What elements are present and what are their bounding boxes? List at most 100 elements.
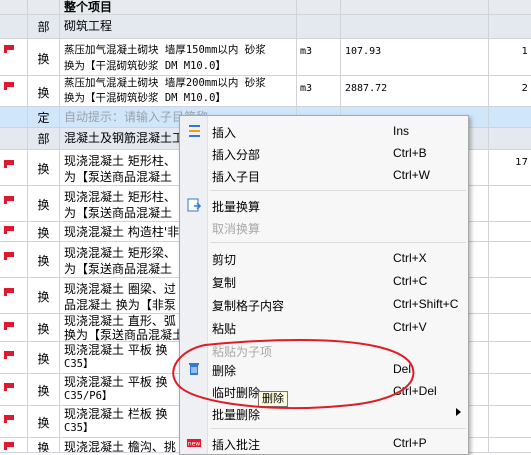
flag-cell	[0, 15, 28, 38]
menu-item-shortcut: Ctrl+P	[393, 436, 427, 450]
header-qty-cell	[341, 0, 489, 14]
row-type: 部	[28, 15, 60, 38]
flag-cell	[0, 186, 28, 221]
menu-item-paste[interactable]: 粘贴 Ctrl+V	[180, 316, 470, 338]
row-type: 换	[28, 150, 60, 185]
flag-cell	[0, 242, 28, 277]
project-title: 整个项目	[60, 0, 297, 14]
menu-item-shortcut: Ctrl+X	[393, 251, 427, 265]
menu-item-label: 临时删除	[212, 386, 261, 400]
qty-cell	[341, 15, 489, 38]
menu-item-cut[interactable]: 剪切 Ctrl+X	[180, 247, 470, 269]
menu-item-batch-convert[interactable]: 批量换算	[180, 194, 470, 216]
grid-header-row: 整个项目	[0, 0, 531, 15]
submenu-arrow-icon	[456, 408, 461, 416]
menu-item-insert-subitem[interactable]: 插入子目 Ctrl+W	[180, 164, 470, 186]
menu-separator	[210, 428, 466, 429]
item-name[interactable]: 蒸压加气混凝土砌块 墙厚200mm以内 砂浆 换为【干混砌筑砂浆 DM M10.…	[60, 76, 297, 106]
menu-item-label: 删除	[212, 364, 237, 378]
row-type: 换	[28, 314, 60, 341]
flag-cell	[0, 107, 28, 127]
menu-item-insert-section[interactable]: 插入分部 Ctrl+B	[180, 142, 470, 164]
menu-item-shortcut: Ctrl+Shift+C	[393, 297, 459, 311]
flag-cell	[0, 278, 28, 313]
menu-item-shortcut: Ctrl+Del	[393, 384, 437, 398]
header-unit-cell	[297, 0, 341, 14]
red-flag-icon	[4, 252, 14, 260]
red-flag-icon	[4, 45, 14, 53]
flag-cell	[0, 342, 28, 373]
price-cell[interactable]	[489, 374, 531, 405]
red-flag-icon	[4, 442, 14, 450]
unit-cell[interactable]: m3	[297, 76, 341, 106]
menu-item-label: 批量换算	[212, 200, 261, 214]
unit-cell	[297, 15, 341, 38]
row-type: 换	[28, 278, 60, 313]
menu-item-label: 插入	[212, 126, 237, 140]
flag-cell	[0, 128, 28, 149]
price-cell[interactable]	[489, 314, 531, 341]
flag-cell	[0, 39, 28, 75]
menu-item-label: 复制格子内容	[212, 299, 285, 313]
row-type: 换	[28, 374, 60, 405]
menu-item-insert-note[interactable]: new 插入批注 Ctrl+P	[180, 432, 470, 454]
menu-item-cancel-convert[interactable]: 取消换算	[180, 216, 470, 238]
row-type: 换	[28, 186, 60, 221]
item-name[interactable]: 蒸压加气混凝土砌块 墙厚150mm以内 砂浆 换为【干混砌筑砂浆 DM M10.…	[60, 39, 297, 75]
price-cell[interactable]	[489, 278, 531, 313]
menu-item-shortcut: Ctrl+C	[393, 274, 428, 288]
price-cell[interactable]	[489, 438, 531, 452]
menu-item-label: 插入批注	[212, 438, 261, 452]
red-flag-icon	[4, 82, 14, 90]
price-cell[interactable]	[489, 222, 531, 241]
row-type: 换	[28, 39, 60, 75]
price-cell[interactable]	[489, 186, 531, 221]
flag-cell	[0, 150, 28, 185]
menu-item-shortcut: Ctrl+V	[393, 320, 427, 334]
item-name-line1: 蒸压加气混凝土砌块 墙厚150mm以内 砂浆	[64, 44, 266, 56]
flag-cell	[0, 374, 28, 405]
menu-item-label: 剪切	[212, 253, 237, 267]
row-type: 换	[28, 406, 60, 437]
trash-icon	[189, 363, 199, 375]
red-flag-icon	[4, 351, 14, 359]
price-cell[interactable]: 2	[489, 76, 531, 106]
row-type: 换	[28, 242, 60, 277]
qty-cell[interactable]: 107.93	[341, 39, 489, 75]
row-type: 换	[28, 222, 60, 241]
flag-cell	[0, 438, 28, 452]
section-row[interactable]: 部 砌筑工程	[0, 15, 531, 39]
menu-item-copy-cell[interactable]: 复制格子内容 Ctrl+Shift+C	[180, 293, 470, 315]
qty-cell[interactable]: 2887.72	[341, 76, 489, 106]
table-row[interactable]: 换 蒸压加气混凝土砌块 墙厚200mm以内 砂浆 换为【干混砌筑砂浆 DM M1…	[0, 76, 531, 107]
price-cell[interactable]	[489, 242, 531, 277]
price-cell[interactable]	[489, 406, 531, 437]
svg-text:new: new	[188, 441, 200, 448]
menu-separator	[210, 190, 466, 191]
insert-rows-icon	[189, 125, 200, 137]
price-cell	[489, 128, 531, 149]
price-cell[interactable]: 17	[489, 150, 531, 185]
menu-item-copy[interactable]: 复制 Ctrl+C	[180, 270, 470, 292]
table-row[interactable]: 换 蒸压加气混凝土砌块 墙厚150mm以内 砂浆 换为【干混砌筑砂浆 DM M1…	[0, 39, 531, 76]
menu-separator	[210, 242, 466, 243]
menu-item-delete[interactable]: 删除 Del	[180, 358, 470, 380]
menu-item-batch-delete[interactable]: 批量删除	[180, 402, 470, 424]
price-cell	[489, 15, 531, 38]
flag-cell	[0, 76, 28, 106]
menu-item-shortcut: Del	[393, 362, 412, 376]
red-flag-icon	[4, 226, 14, 234]
menu-item-label: 插入分部	[212, 148, 261, 162]
menu-item-label: 复制	[212, 276, 237, 290]
item-name-line2: 换为【干混砌筑砂浆 DM M10.0】	[64, 92, 226, 104]
row-type: 换	[28, 438, 60, 452]
menu-item-temp-delete[interactable]: 临时删除 Ctrl+Del	[180, 380, 470, 402]
menu-item-shortcut: Ctrl+B	[393, 146, 427, 160]
row-type: 换	[28, 76, 60, 106]
unit-cell[interactable]: m3	[297, 39, 341, 75]
price-cell[interactable]: 1	[489, 39, 531, 75]
menu-item-insert[interactable]: 插入 Ins	[180, 120, 470, 142]
red-flag-icon	[4, 322, 14, 330]
red-flag-icon	[4, 383, 14, 391]
price-cell[interactable]	[489, 342, 531, 373]
